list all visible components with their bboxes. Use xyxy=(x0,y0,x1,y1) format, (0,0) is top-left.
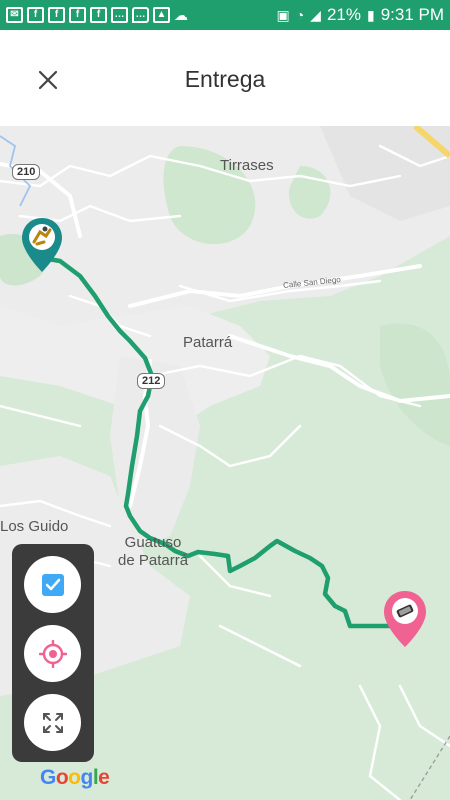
checkbox-icon xyxy=(41,573,64,596)
road-shield-210: 210 xyxy=(12,164,41,180)
chat-icon: … xyxy=(111,7,128,23)
facebook-icon: f xyxy=(90,7,107,23)
locate-button[interactable] xyxy=(24,625,81,682)
place-label-guatuso: Guatuso de Patarrá xyxy=(118,534,189,569)
notification-icons: ✉ f f f f … … ▲ ☁ xyxy=(0,7,188,24)
facebook-icon: f xyxy=(48,7,65,23)
fullscreen-button[interactable] xyxy=(24,694,81,751)
facebook-icon: f xyxy=(69,7,86,23)
place-label-tirrases: Tirrases xyxy=(220,157,274,174)
vibrate-icon: ▣ xyxy=(276,6,290,23)
destination-pin[interactable] xyxy=(382,589,428,654)
battery-percent: 21% xyxy=(326,5,361,24)
message-icon: ✉ xyxy=(6,7,23,23)
app-bar: Entrega xyxy=(0,30,450,126)
checkbox-button[interactable] xyxy=(24,556,81,613)
wifi-icon: ◔ xyxy=(295,7,305,23)
page-title: Entrega xyxy=(184,66,266,92)
courier-icon xyxy=(22,218,62,272)
locate-icon xyxy=(38,639,67,668)
google-attribution: Google xyxy=(40,766,110,789)
place-label-los-guido: Los Guido xyxy=(0,518,69,535)
clock: 9:31 PM xyxy=(380,5,444,24)
place-label-patarra: Patarrá xyxy=(183,334,233,351)
cloud-icon: ☁ xyxy=(174,6,188,23)
signal-icon: ◢ xyxy=(310,6,321,23)
phone-icon xyxy=(384,591,426,647)
map-controls xyxy=(12,544,94,762)
chat-icon: … xyxy=(132,7,149,23)
road-shield-212: 212 xyxy=(137,373,166,389)
battery-icon: ▮ xyxy=(366,6,375,23)
image-icon: ▲ xyxy=(153,7,170,23)
origin-pin[interactable] xyxy=(20,216,64,279)
fullscreen-icon xyxy=(42,712,63,733)
facebook-icon: f xyxy=(27,7,44,23)
status-bar: ✉ f f f f … … ▲ ☁ ▣ ◔ ◢ 21% ▮ 9:31 PM xyxy=(0,0,450,30)
